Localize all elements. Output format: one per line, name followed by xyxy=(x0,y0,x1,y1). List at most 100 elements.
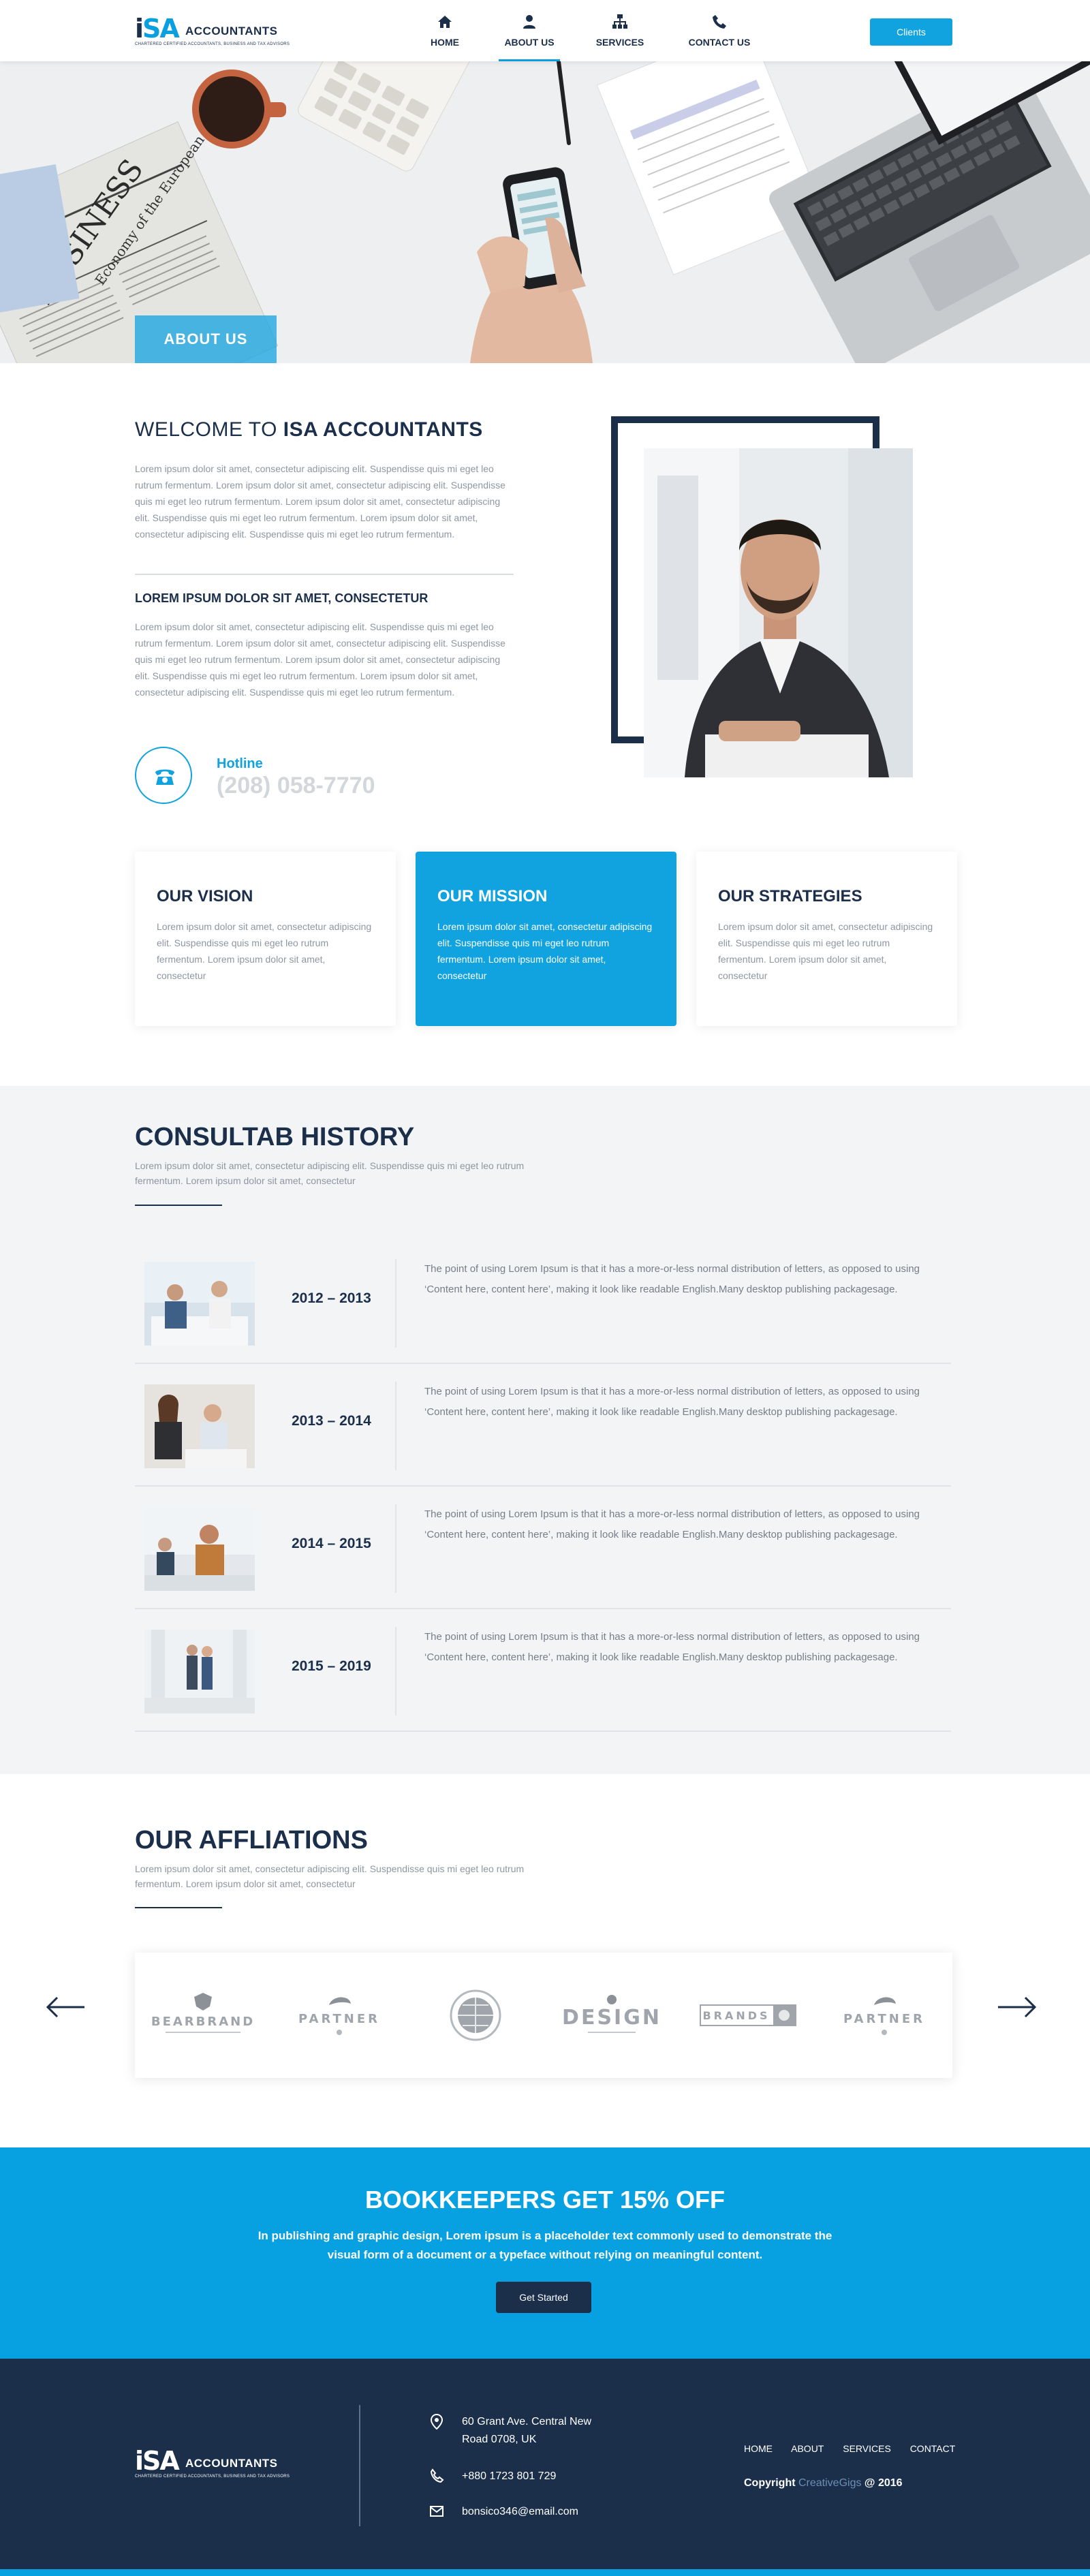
logo-tagline: CHARTERED CERTIFIED ACCOUNTANTS, BUSINES… xyxy=(135,2474,290,2479)
phone-text: +880 1723 801 729 xyxy=(462,2470,557,2482)
businessman-image xyxy=(644,448,913,777)
clients-button[interactable]: Clients xyxy=(870,18,952,46)
history-rule xyxy=(135,1205,222,1206)
history-row: 2014 – 2015 The point of using Lorem Ips… xyxy=(135,1487,951,1609)
telephone-icon xyxy=(155,769,174,785)
user-icon xyxy=(523,15,535,29)
mission-card: OUR MISSION Lorem ipsum dolor sit amet, … xyxy=(416,852,676,1026)
divider xyxy=(135,574,514,575)
history-description: The point of using Lorem Ipsum is that i… xyxy=(424,1263,920,1295)
affiliate-logo[interactable]: BEARBRAND xyxy=(135,1953,271,2078)
hero-page-tag: ABOUT US xyxy=(135,315,277,363)
footer-email[interactable]: bonsico346@email.com xyxy=(429,2503,634,2521)
menu-item-about[interactable]: ABOUT US xyxy=(499,12,560,61)
history-description: The point of using Lorem Ipsum is that i… xyxy=(424,1508,920,1540)
copyright-brand-link[interactable]: CreativeGigs xyxy=(798,2477,861,2489)
strategies-card: OUR STRATEGIES Lorem ipsum dolor sit ame… xyxy=(696,852,957,1026)
menu-label: SERVICES xyxy=(595,37,644,48)
history-title: CONSULTAB HISTORY xyxy=(135,1123,415,1151)
svg-text:BRANDS: BRANDS xyxy=(702,2009,770,2022)
address-line: Road 0708, UK xyxy=(462,2434,537,2445)
hotline-number[interactable]: (208) 058-7770 xyxy=(217,773,375,799)
row-separator xyxy=(395,1504,396,1593)
affiliations-subtitle: Lorem ipsum dolor sit amet, consectetur … xyxy=(135,1863,525,1889)
card-title: OUR MISSION xyxy=(437,887,548,905)
phone-icon xyxy=(713,15,726,29)
sitemap-icon xyxy=(612,14,627,29)
affiliate-logo[interactable]: DESIGN xyxy=(544,1953,680,2078)
affiliate-logo[interactable]: BRANDS xyxy=(680,1953,816,2078)
card-title: OUR VISION xyxy=(157,887,253,905)
logo-mark: iSA xyxy=(135,14,180,44)
promo-title: BOOKKEEPERS GET 15% OFF xyxy=(364,2186,726,2214)
svg-text:BEARBRAND: BEARBRAND xyxy=(152,2015,254,2029)
welcome-title: WELCOME TO ISA ACCOUNTANTS xyxy=(135,418,483,441)
promo-banner: BOOKKEEPERS GET 15% OFF In publishing an… xyxy=(0,2147,1090,2359)
row-separator xyxy=(395,1627,396,1716)
footer-nav: HOME ABOUT SERVICES CONTACT xyxy=(744,2443,971,2454)
footer: iSA ACCOUNTANTS CHARTERED CERTIFIED ACCO… xyxy=(0,2359,1090,2576)
arrow-right-icon[interactable] xyxy=(997,1995,1038,2019)
card-text: Lorem ipsum dolor sit amet, consectetur … xyxy=(437,921,653,981)
history-thumbnail xyxy=(144,1384,255,1468)
history-description: The point of using Lorem Ipsum is that i… xyxy=(424,1386,920,1418)
phone-icon xyxy=(430,2468,444,2483)
logo-wordmark: ACCOUNTANTS xyxy=(185,25,278,37)
footer-address: 60 Grant Ave. Central New Road 0708, UK xyxy=(429,2413,634,2449)
footer-link-about[interactable]: ABOUT xyxy=(791,2443,824,2454)
history-description: The point of using Lorem Ipsum is that i… xyxy=(424,1631,920,1663)
footer-link-home[interactable]: HOME xyxy=(744,2443,773,2454)
copyright: Copyright CreativeGigs @ 2016 xyxy=(744,2477,903,2489)
menu-item-contact[interactable]: CONTACT US xyxy=(687,12,752,61)
vision-card: OUR VISION Lorem ipsum dolor sit amet, c… xyxy=(135,852,396,1026)
history-subtitle: Lorem ipsum dolor sit amet, consectetur … xyxy=(135,1160,525,1186)
row-separator xyxy=(395,1382,396,1470)
logo-tagline: CHARTERED CERTIFIED ACCOUNTANTS, BUSINES… xyxy=(135,42,290,46)
footer-logo[interactable]: iSA ACCOUNTANTS CHARTERED CERTIFIED ACCO… xyxy=(135,2447,305,2481)
card-text: Lorem ipsum dolor sit amet, consectetur … xyxy=(157,921,372,981)
card-title: OUR STRATEGIES xyxy=(718,887,862,905)
row-separator xyxy=(395,1259,396,1348)
footer-link-services[interactable]: SERVICES xyxy=(843,2443,891,2454)
history-row: 2013 – 2014 The point of using Lorem Ips… xyxy=(135,1364,951,1487)
menu-label: HOME xyxy=(431,37,459,48)
menu-item-home[interactable]: HOME xyxy=(421,12,469,61)
history-years: 2014 – 2015 xyxy=(292,1536,371,1551)
hotline-icon-circle[interactable] xyxy=(135,747,192,804)
footer-phone[interactable]: +880 1723 801 729 xyxy=(429,2468,634,2485)
history-thumbnail xyxy=(144,1262,255,1346)
history-years: 2012 – 2013 xyxy=(292,1290,371,1306)
hotline-label: Hotline xyxy=(217,756,263,771)
get-started-button[interactable]: Get Started xyxy=(496,2282,591,2313)
mail-icon xyxy=(430,2506,443,2517)
history-years: 2013 – 2014 xyxy=(292,1413,371,1429)
arrow-left-icon[interactable] xyxy=(45,1995,86,2019)
menu-item-services[interactable]: SERVICES xyxy=(593,12,647,61)
footer-divider xyxy=(359,2405,360,2526)
affiliate-logo[interactable] xyxy=(407,1953,544,2078)
welcome-subtitle: LOREM IPSUM DOLOR SIT AMET, CONSECTETUR xyxy=(135,591,429,605)
site-logo[interactable]: iSA ACCOUNTANTS CHARTERED CERTIFIED ACCO… xyxy=(135,15,298,48)
svg-text:PARTNER: PARTNER xyxy=(843,2012,925,2026)
welcome-paragraph-2: Lorem ipsum dolor sit amet, consectetur … xyxy=(135,621,505,698)
top-navbar: iSA ACCOUNTANTS CHARTERED CERTIFIED ACCO… xyxy=(0,0,1090,61)
footer-link-contact[interactable]: CONTACT xyxy=(910,2443,956,2454)
footer-accent-bar xyxy=(0,2569,1090,2576)
consultant-photo xyxy=(644,448,913,777)
affiliations-rule xyxy=(135,1907,222,1908)
logo-mark: iSA xyxy=(135,2446,180,2476)
card-text: Lorem ipsum dolor sit amet, consectetur … xyxy=(718,921,933,981)
affiliations-title: OUR AFFLIATIONS xyxy=(135,1826,368,1855)
promo-text: In publishing and graphic design, Lorem … xyxy=(258,2229,832,2261)
history-years: 2015 – 2019 xyxy=(292,1658,371,1674)
svg-text:DESIGN: DESIGN xyxy=(562,2006,661,2030)
welcome-paragraph: Lorem ipsum dolor sit amet, consectetur … xyxy=(135,463,505,540)
history-row: 2015 – 2019 The point of using Lorem Ips… xyxy=(135,1609,951,1732)
email-text: bonsico346@email.com xyxy=(462,2506,578,2517)
affiliate-logo[interactable]: PARTNER xyxy=(271,1953,407,2078)
svg-text:PARTNER: PARTNER xyxy=(298,2012,380,2026)
menu-label: CONTACT US xyxy=(688,37,751,48)
hero-banner: BUSINESS Economy of the European Union A… xyxy=(0,61,1090,363)
affiliate-logo[interactable]: PARTNER xyxy=(816,1953,952,2078)
logo-wordmark: ACCOUNTANTS xyxy=(185,2457,278,2470)
